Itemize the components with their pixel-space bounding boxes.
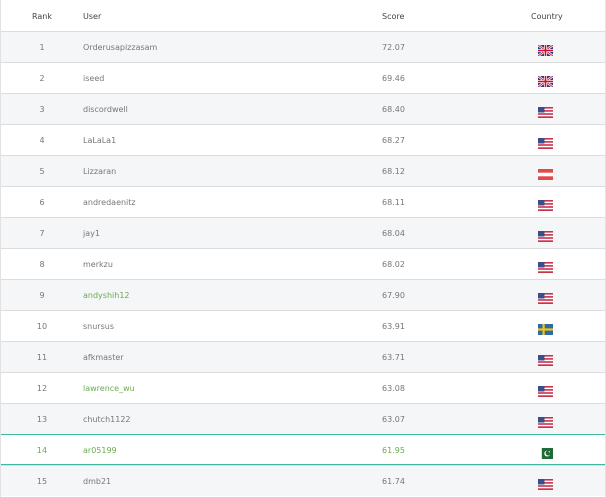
score-header: Score bbox=[382, 12, 405, 21]
user-link[interactable]: afkmaster bbox=[83, 353, 124, 362]
us-flag bbox=[538, 475, 553, 490]
user-link[interactable]: andredaenitz bbox=[83, 198, 136, 207]
pk-flag bbox=[538, 444, 553, 459]
table-row[interactable]: 12 lawrence_wu 63.08 bbox=[1, 372, 605, 403]
score-cell: 63.07 bbox=[382, 415, 405, 424]
rank-cell: 9 bbox=[39, 291, 45, 300]
us-flag bbox=[538, 258, 553, 273]
rank-cell: 5 bbox=[39, 167, 45, 176]
score-cell: 63.91 bbox=[382, 322, 405, 331]
user-link[interactable]: Orderusapizzasam bbox=[83, 43, 157, 52]
rank-cell: 4 bbox=[39, 136, 45, 145]
rank-cell: 14 bbox=[36, 446, 48, 455]
rank-cell: 8 bbox=[39, 260, 45, 269]
us-flag bbox=[538, 289, 553, 304]
rank-cell: 7 bbox=[39, 229, 45, 238]
table-row[interactable]: 3 discordwell 68.40 bbox=[1, 93, 605, 124]
rank-cell: 12 bbox=[36, 384, 48, 393]
score-cell: 68.04 bbox=[382, 229, 405, 238]
us-flag bbox=[538, 196, 553, 211]
score-cell: 63.71 bbox=[382, 353, 405, 362]
table-header: Rank User Score Country bbox=[1, 0, 605, 31]
table-row[interactable]: 14 ar05199 61.95 bbox=[1, 434, 605, 465]
score-cell: 63.08 bbox=[382, 384, 405, 393]
table-row[interactable]: 13 chutch1122 63.07 bbox=[1, 403, 605, 434]
user-link[interactable]: Lizzaran bbox=[83, 167, 116, 176]
table-row[interactable]: 2 iseed 69.46 bbox=[1, 62, 605, 93]
score-cell: 61.74 bbox=[382, 477, 405, 486]
leaderboard-table: Rank User Score Country 1 Orderusapizzasa… bbox=[0, 0, 606, 497]
us-flag bbox=[538, 227, 553, 242]
table-row[interactable]: 10 snursus 63.91 bbox=[1, 310, 605, 341]
rank-cell: 13 bbox=[36, 415, 48, 424]
table-row[interactable]: 6 andredaenitz 68.11 bbox=[1, 186, 605, 217]
table-row[interactable]: 5 Lizzaran 68.12 bbox=[1, 155, 605, 186]
at-flag bbox=[538, 165, 553, 180]
table-row[interactable]: 7 jay1 68.04 bbox=[1, 217, 605, 248]
rank-header: Rank bbox=[32, 12, 52, 21]
us-flag bbox=[538, 413, 553, 428]
score-cell: 68.40 bbox=[382, 105, 405, 114]
rank-cell: 6 bbox=[39, 198, 45, 207]
user-link[interactable]: andyshih12 bbox=[83, 291, 130, 300]
table-row[interactable]: 1 Orderusapizzasam 72.07 bbox=[1, 31, 605, 62]
rank-cell: 2 bbox=[39, 74, 45, 83]
rank-cell: 3 bbox=[39, 105, 45, 114]
user-link[interactable]: discordwell bbox=[83, 105, 128, 114]
us-flag bbox=[538, 103, 553, 118]
rank-cell: 10 bbox=[36, 322, 48, 331]
rank-cell: 11 bbox=[36, 353, 48, 362]
country-header: Country bbox=[531, 12, 563, 21]
score-cell: 68.11 bbox=[382, 198, 405, 207]
user-link[interactable]: snursus bbox=[83, 322, 114, 331]
table-row[interactable]: 11 afkmaster 63.71 bbox=[1, 341, 605, 372]
score-cell: 68.27 bbox=[382, 136, 405, 145]
gb-flag bbox=[537, 41, 554, 57]
user-link[interactable]: lawrence_wu bbox=[83, 384, 135, 393]
score-cell: 61.95 bbox=[382, 446, 405, 455]
user-link[interactable]: chutch1122 bbox=[83, 415, 131, 424]
us-flag bbox=[538, 382, 553, 397]
user-link[interactable]: dmb21 bbox=[83, 477, 111, 486]
us-flag bbox=[538, 134, 553, 149]
score-cell: 69.46 bbox=[382, 74, 405, 83]
us-flag bbox=[538, 351, 553, 366]
user-header: User bbox=[83, 12, 102, 21]
rank-cell: 15 bbox=[36, 477, 48, 486]
table-row[interactable]: 4 LaLaLa1 68.27 bbox=[1, 124, 605, 155]
user-link[interactable]: jay1 bbox=[83, 229, 100, 238]
rank-cell: 1 bbox=[39, 43, 45, 52]
table-row[interactable]: 8 merkzu 68.02 bbox=[1, 248, 605, 279]
score-cell: 68.12 bbox=[382, 167, 405, 176]
user-link[interactable]: iseed bbox=[83, 74, 104, 83]
gb-flag bbox=[537, 72, 554, 88]
user-link[interactable]: LaLaLa1 bbox=[83, 136, 116, 145]
score-cell: 68.02 bbox=[382, 260, 405, 269]
user-link[interactable]: ar05199 bbox=[83, 446, 117, 455]
score-cell: 72.07 bbox=[382, 43, 405, 52]
user-link[interactable]: merkzu bbox=[83, 260, 113, 269]
table-row[interactable]: 15 dmb21 61.74 bbox=[1, 465, 605, 496]
table-row[interactable]: 9 andyshih12 67.90 bbox=[1, 279, 605, 310]
score-cell: 67.90 bbox=[382, 291, 405, 300]
se-flag bbox=[538, 320, 553, 335]
